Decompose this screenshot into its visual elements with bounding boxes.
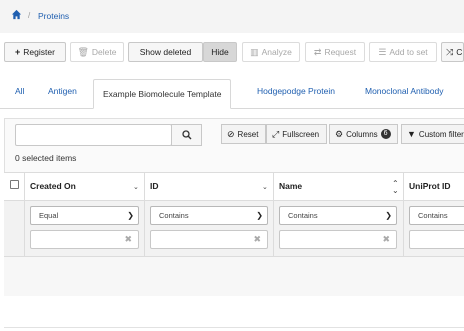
name-filter-select[interactable]: Contains ❯ <box>279 206 397 225</box>
fullscreen-button[interactable]: ⤢ Fullscreen <box>266 124 327 144</box>
footer-divider <box>4 327 464 328</box>
clear-icon[interactable]: ✖ <box>382 234 390 245</box>
list-icon: ☰ <box>378 46 387 57</box>
hide-label: Hide <box>211 47 229 57</box>
request-button[interactable]: ⇄ Request <box>305 42 365 62</box>
filter-icon: ▼ <box>407 128 416 139</box>
hide-button[interactable]: Hide <box>203 42 237 62</box>
chevron-down-icon: ❯ <box>256 211 263 220</box>
expand-icon: ⤢ <box>272 128 280 139</box>
breadcrumb-proteins[interactable]: Proteins <box>38 11 69 21</box>
created-on-filter-select[interactable]: Equal ❯ <box>30 206 139 225</box>
column-header-uniprot-id[interactable]: UniProt ID <box>409 181 451 191</box>
delete-label: Delete <box>91 47 117 57</box>
fullscreen-label: Fullscreen <box>282 129 320 139</box>
reset-label: Reset <box>237 129 259 139</box>
tab-hodgepodge-protein[interactable]: Hodgepodge Protein <box>257 86 335 96</box>
filter-select-value: Contains <box>288 211 318 220</box>
reset-button[interactable]: ⊘ Reset <box>221 124 266 144</box>
filter-select-value: Equal <box>39 211 59 220</box>
compare-button[interactable]: ⤨ C <box>441 42 464 62</box>
home-icon[interactable] <box>11 9 22 20</box>
columns-button[interactable]: ⚙ Columns 6 <box>329 124 398 144</box>
uniprot-id-filter-select[interactable]: Contains <box>409 206 464 225</box>
name-filter-input[interactable]: ✖ <box>279 230 397 249</box>
custom-filter-label: Custom filter <box>418 129 464 139</box>
search-input[interactable] <box>15 124 172 146</box>
gear-icon: ⚙ <box>335 128 344 139</box>
sort-down-icon[interactable]: ⌄ <box>262 183 268 191</box>
id-filter-input[interactable]: ✖ <box>150 230 268 249</box>
chevron-down-icon: ❯ <box>127 211 134 220</box>
plus-icon: + <box>15 46 21 57</box>
id-filter-select[interactable]: Contains ❯ <box>150 206 268 225</box>
ban-icon: ⊘ <box>227 128 235 139</box>
clear-icon[interactable]: ✖ <box>253 234 261 245</box>
clear-icon[interactable]: ✖ <box>124 234 132 245</box>
register-label: Register <box>23 47 55 57</box>
uniprot-id-filter-input[interactable] <box>409 230 464 249</box>
created-on-filter-input[interactable]: ✖ <box>30 230 139 249</box>
filter-select-value: Contains <box>159 211 189 220</box>
tab-monoclonal-antibody[interactable]: Monoclonal Antibody <box>365 86 443 96</box>
add-to-set-button[interactable]: ☰ Add to set <box>369 42 437 62</box>
tab-divider <box>0 108 464 109</box>
delete-button[interactable]: 🗑 Delete <box>70 42 124 62</box>
trash-icon: 🗑 <box>77 46 89 57</box>
column-header-id[interactable]: ID <box>150 181 159 191</box>
columns-count-badge: 6 <box>380 129 391 139</box>
chevron-down-icon: ❯ <box>385 211 392 220</box>
search-button[interactable] <box>171 124 202 146</box>
breadcrumb <box>0 0 464 33</box>
breadcrumb-separator: / <box>28 11 31 20</box>
swap-icon: ⇄ <box>313 46 322 57</box>
filter-select-value: Contains <box>418 211 448 220</box>
request-label: Request <box>324 47 357 57</box>
columns-label: Columns <box>346 129 378 139</box>
sort-both-icon[interactable]: ⌃ ⌄ <box>392 180 399 195</box>
bar-chart-icon: ▥ <box>250 46 259 57</box>
tab-all[interactable]: All <box>15 86 24 96</box>
column-header-created-on[interactable]: Created On <box>30 181 76 191</box>
compare-icon: ⤨ <box>446 46 454 57</box>
custom-filter-button[interactable]: ▼ Custom filter <box>401 124 464 144</box>
select-all-checkbox[interactable] <box>10 180 19 189</box>
analyze-button[interactable]: ▥ Analyze <box>242 42 300 62</box>
register-button[interactable]: + Register <box>4 42 66 62</box>
add-to-set-label: Add to set <box>389 47 428 57</box>
column-header-name[interactable]: Name <box>279 181 302 191</box>
tab-antigen[interactable]: Antigen <box>48 86 77 96</box>
tab-example-biomolecule-template[interactable]: Example Biomolecule Template <box>93 79 232 109</box>
show-deleted-label: Show deleted <box>139 47 192 57</box>
analyze-label: Analyze <box>261 47 292 57</box>
compare-label: C <box>456 47 463 57</box>
empty-table-body <box>4 257 464 296</box>
selected-count: 0 selected items <box>15 153 77 163</box>
show-deleted-button[interactable]: Show deleted <box>128 42 203 62</box>
search-icon <box>181 130 191 140</box>
sort-down-icon[interactable]: ⌄ <box>133 183 139 191</box>
